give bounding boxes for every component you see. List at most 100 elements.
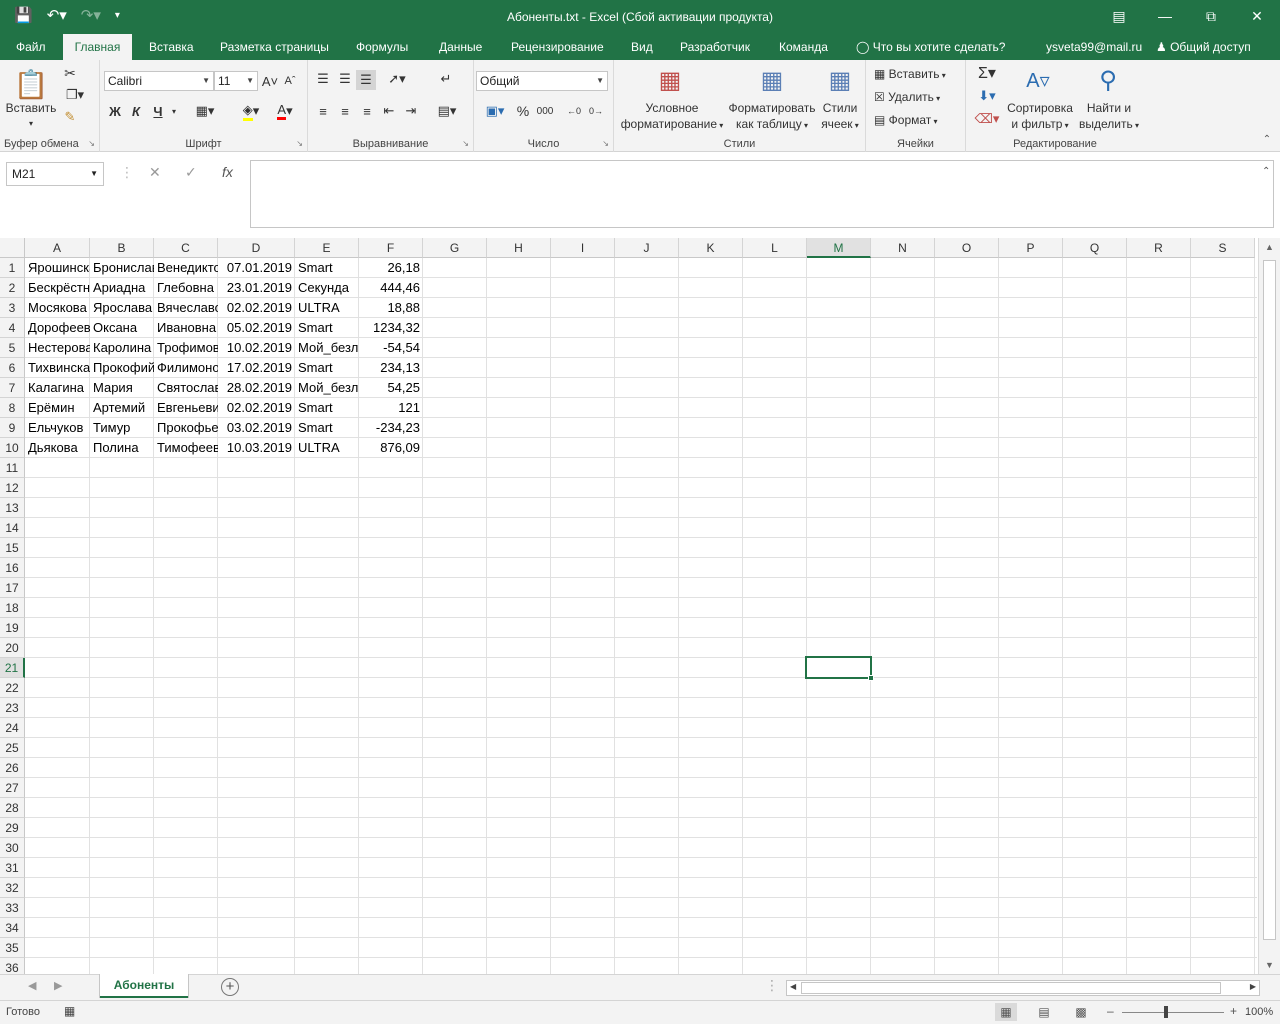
normal-view-icon[interactable]: ▦ xyxy=(995,1003,1017,1021)
column-header-m[interactable]: M xyxy=(807,238,871,258)
cancel-entry-icon[interactable]: ✕ xyxy=(149,164,161,181)
row-header-24[interactable]: 24 xyxy=(0,718,25,738)
cell-f2[interactable]: 444,46 xyxy=(359,278,423,298)
cell-e9[interactable]: Smart xyxy=(295,418,359,438)
vertical-scroll-thumb[interactable] xyxy=(1263,260,1276,940)
scroll-up-icon[interactable]: ▲ xyxy=(1265,242,1274,252)
row-header-1[interactable]: 1 xyxy=(0,258,25,278)
currency-format-icon[interactable]: ▣▾ xyxy=(478,102,512,120)
number-format-combo[interactable]: Общий ▼ xyxy=(476,71,608,91)
cell-d1[interactable]: 07.01.2019 xyxy=(218,258,295,278)
column-header-s[interactable]: S xyxy=(1191,238,1255,258)
grow-font-icon[interactable]: A˅ xyxy=(262,72,278,90)
cell-a5[interactable]: Нестерова xyxy=(25,338,90,358)
font-name-combo[interactable]: Calibri ▼ xyxy=(104,71,214,91)
tab-page-layout[interactable]: Разметка страницы xyxy=(210,34,339,60)
column-header-n[interactable]: N xyxy=(871,238,935,258)
cell-b5[interactable]: Каролина xyxy=(90,338,154,358)
tab-review[interactable]: Рецензирование xyxy=(501,34,614,60)
align-left-icon[interactable]: ≡ xyxy=(314,102,332,120)
format-as-table-icon[interactable]: ▦ xyxy=(756,64,788,96)
horizontal-scroll-thumb[interactable] xyxy=(801,982,1221,994)
cell-a6[interactable]: Тихвинская xyxy=(25,358,90,378)
minimize-icon[interactable]: — xyxy=(1142,0,1188,32)
cell-d3[interactable]: 02.02.2019 xyxy=(218,298,295,318)
increase-indent-icon[interactable]: ⇥ xyxy=(402,102,420,120)
row-header-8[interactable]: 8 xyxy=(0,398,25,418)
percent-icon[interactable]: % xyxy=(514,102,532,120)
borders-icon[interactable]: ▦▾ xyxy=(192,102,218,120)
sheet-tab-abonenty[interactable]: Абоненты xyxy=(100,974,188,998)
cell-a1[interactable]: Ярошинска xyxy=(25,258,90,278)
restore-icon[interactable]: ⧉ xyxy=(1188,0,1234,32)
collapse-ribbon-icon[interactable]: ⌃ xyxy=(1260,132,1274,146)
horizontal-scrollbar[interactable]: ◀ ▶ xyxy=(786,980,1260,996)
row-header-21[interactable]: 21 xyxy=(0,658,25,678)
cell-c6[interactable]: Филимонович xyxy=(154,358,218,378)
zoom-out-icon[interactable]: – xyxy=(1107,1004,1114,1018)
cell-e1[interactable]: Smart xyxy=(295,258,359,278)
row-header-22[interactable]: 22 xyxy=(0,678,25,698)
cell-a10[interactable]: Дьякова xyxy=(25,438,90,458)
cell-b6[interactable]: Прокофий xyxy=(90,358,154,378)
tab-home[interactable]: Главная xyxy=(63,34,132,60)
row-header-34[interactable]: 34 xyxy=(0,918,25,938)
autosum-icon[interactable]: Σ▾ xyxy=(972,64,1002,82)
row-header-31[interactable]: 31 xyxy=(0,858,25,878)
tab-data[interactable]: Данные xyxy=(429,34,492,60)
cell-c2[interactable]: Глебовна xyxy=(154,278,218,298)
zoom-in-icon[interactable]: + xyxy=(1230,1004,1237,1018)
insert-cells-button[interactable]: ▦ Вставить ▾ xyxy=(874,66,964,84)
cell-c10[interactable]: Тимофеевна xyxy=(154,438,218,458)
column-header-e[interactable]: E xyxy=(295,238,359,258)
row-header-13[interactable]: 13 xyxy=(0,498,25,518)
cell-d10[interactable]: 10.03.2019 xyxy=(218,438,295,458)
cell-e3[interactable]: ULTRA xyxy=(295,298,359,318)
format-as-table-button[interactable]: Форматировать как таблицу ▾ xyxy=(724,100,820,134)
zoom-level[interactable]: 100% xyxy=(1245,1006,1273,1018)
row-header-30[interactable]: 30 xyxy=(0,838,25,858)
row-header-32[interactable]: 32 xyxy=(0,878,25,898)
column-header-k[interactable]: K xyxy=(679,238,743,258)
find-select-button[interactable]: Найти и выделить ▾ xyxy=(1076,100,1142,134)
scroll-right-icon[interactable]: ▶ xyxy=(1250,982,1256,991)
row-header-26[interactable]: 26 xyxy=(0,758,25,778)
column-header-h[interactable]: H xyxy=(487,238,551,258)
row-header-11[interactable]: 11 xyxy=(0,458,25,478)
shrink-font-icon[interactable]: Aˆ xyxy=(282,72,298,90)
cell-styles-button[interactable]: Стили ячеек ▾ xyxy=(818,100,862,134)
clipboard-launcher-icon[interactable]: ↘ xyxy=(88,139,95,148)
cell-e7[interactable]: Мой_безлимит xyxy=(295,378,359,398)
cell-c7[interactable]: Святославовна xyxy=(154,378,218,398)
row-header-19[interactable]: 19 xyxy=(0,618,25,638)
align-center-icon[interactable]: ≡ xyxy=(336,102,354,120)
align-top-icon[interactable]: ☰ xyxy=(314,70,332,88)
delete-cells-button[interactable]: ☒ Удалить ▾ xyxy=(874,89,964,107)
row-header-10[interactable]: 10 xyxy=(0,438,25,458)
row-header-14[interactable]: 14 xyxy=(0,518,25,538)
row-header-4[interactable]: 4 xyxy=(0,318,25,338)
cell-e8[interactable]: Smart xyxy=(295,398,359,418)
row-header-15[interactable]: 15 xyxy=(0,538,25,558)
collapse-formula-icon[interactable]: ⌃ xyxy=(1262,166,1270,177)
row-header-12[interactable]: 12 xyxy=(0,478,25,498)
cell-f8[interactable]: 121 xyxy=(359,398,423,418)
row-header-36[interactable]: 36 xyxy=(0,958,25,974)
fill-handle[interactable] xyxy=(868,675,874,681)
zoom-slider-knob[interactable] xyxy=(1164,1006,1168,1018)
bold-button[interactable]: Ж xyxy=(107,102,123,120)
ribbon-display-icon[interactable]: ▤ xyxy=(1096,0,1142,32)
cell-d2[interactable]: 23.01.2019 xyxy=(218,278,295,298)
tab-view[interactable]: Вид xyxy=(621,34,663,60)
insert-function-icon[interactable]: fx xyxy=(222,164,233,180)
cell-b8[interactable]: Артемий xyxy=(90,398,154,418)
cell-a9[interactable]: Ельчуков xyxy=(25,418,90,438)
share-button[interactable]: ♟ Общий доступ xyxy=(1156,34,1251,60)
cell-b4[interactable]: Оксана xyxy=(90,318,154,338)
row-header-20[interactable]: 20 xyxy=(0,638,25,658)
row-header-33[interactable]: 33 xyxy=(0,898,25,918)
column-header-q[interactable]: Q xyxy=(1063,238,1127,258)
tab-developer[interactable]: Разработчик xyxy=(670,34,760,60)
select-all-corner[interactable] xyxy=(0,238,25,258)
cell-c5[interactable]: Трофимовна xyxy=(154,338,218,358)
